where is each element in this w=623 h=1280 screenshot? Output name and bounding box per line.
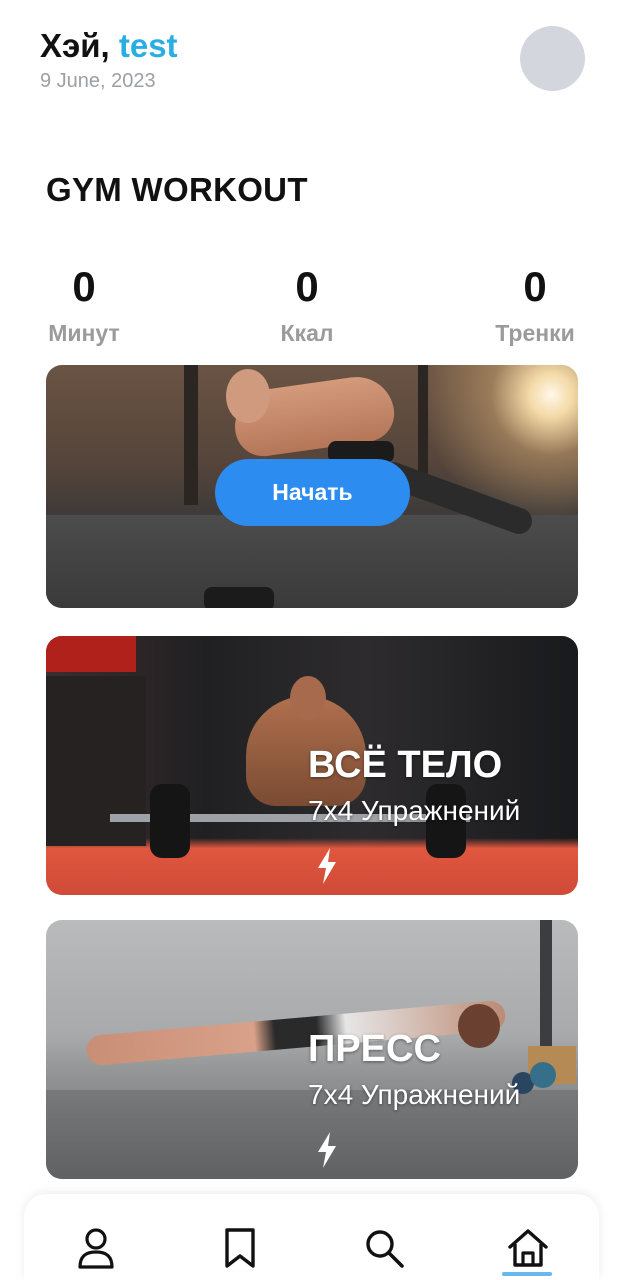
current-date: 9 June, 2023: [40, 70, 156, 92]
workout-subtitle: 7x4 Упражнений: [308, 795, 521, 826]
greeting: Хэй, test: [40, 26, 178, 66]
workout-card-full-body[interactable]: ВСЁ ТЕЛО 7x4 Упражнений: [46, 636, 578, 895]
stat-calories: 0 Ккал: [262, 264, 352, 348]
stat-label: Тренки: [495, 320, 575, 346]
stat-workouts: 0 Тренки: [490, 264, 580, 348]
stat-value: 0: [523, 263, 547, 310]
barbell-plate-image: [150, 784, 190, 858]
stat-value: 0: [72, 263, 96, 310]
stat-value: 0: [295, 263, 319, 310]
username: test: [118, 27, 178, 64]
nav-bookmarks[interactable]: [216, 1224, 264, 1272]
page-title: GYM WORKOUT: [46, 171, 308, 208]
dumbbell-image: [204, 587, 274, 608]
stat-label: Минут: [48, 320, 120, 346]
gym-floor-image: [46, 515, 578, 608]
workout-title: ВСЁ ТЕЛО: [308, 744, 503, 786]
athlete-image: [85, 999, 507, 1067]
gym-rig-image: [46, 636, 136, 672]
stat-minutes: 0 Минут: [44, 264, 124, 348]
gym-column-image: [184, 365, 198, 505]
greeting-prefix: Хэй,: [40, 27, 119, 64]
nav-home[interactable]: [504, 1224, 552, 1272]
bottom-nav: [24, 1194, 599, 1280]
workout-subtitle: 7x4 Упражнений: [308, 1079, 521, 1110]
start-button[interactable]: Начать: [215, 459, 410, 526]
workout-title: ПРЕСС: [308, 1028, 441, 1070]
stat-label: Ккал: [280, 320, 334, 346]
ball-image: [530, 1062, 556, 1088]
header: Хэй, test 9 June, 2023: [40, 26, 178, 94]
home-icon: [508, 1229, 548, 1267]
gym-column-image: [418, 365, 428, 485]
hero-card: Начать: [46, 365, 578, 608]
search-icon: [366, 1230, 404, 1268]
athlete-image: [290, 676, 326, 720]
nav-search[interactable]: [360, 1224, 408, 1272]
nav-profile[interactable]: [72, 1224, 120, 1272]
lightning-bolt-icon: [318, 848, 336, 884]
workout-card-abs[interactable]: ПРЕСС 7x4 Упражнений: [46, 920, 578, 1179]
avatar[interactable]: [520, 26, 585, 91]
person-icon: [78, 1228, 114, 1269]
window-frame-image: [540, 920, 552, 1050]
active-tab-indicator: [502, 1272, 552, 1276]
lightning-bolt-icon: [318, 1132, 336, 1168]
athlete-image: [226, 369, 270, 423]
athlete-image: [458, 1004, 500, 1048]
bookmark-icon: [225, 1228, 255, 1268]
